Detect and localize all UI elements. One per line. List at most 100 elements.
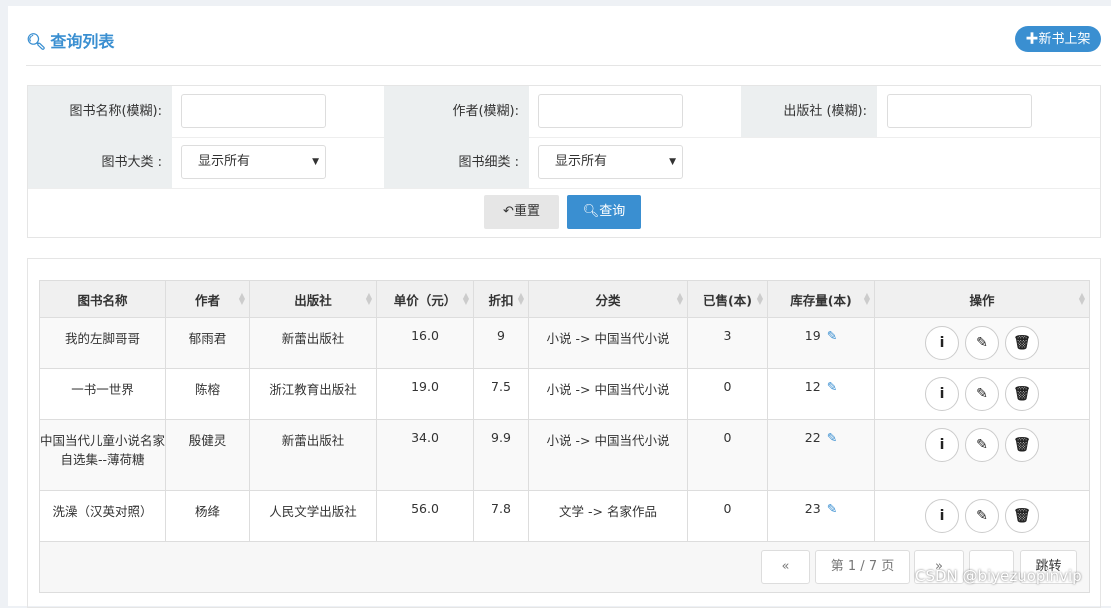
table-cell: 16.0	[376, 317, 474, 369]
plus-icon: ✚	[1025, 31, 1039, 46]
table-cell: 3	[687, 317, 768, 369]
table-cell: 12 ✎	[767, 368, 875, 420]
column-header[interactable]: 库存量(本) ▲ ▼	[767, 280, 875, 318]
delete-button[interactable]: 🗑︎	[1005, 499, 1039, 533]
table-cell: 0	[687, 368, 768, 420]
delete-button[interactable]: 🗑︎	[1005, 326, 1039, 360]
table-cell: 中国当代儿童小说名家自选集--薄荷糖	[39, 419, 166, 491]
undo-icon: ↶	[503, 204, 514, 219]
author-label: 作者(模糊):	[384, 86, 529, 137]
prev-page-button[interactable]: «	[761, 550, 810, 584]
table-row: 我的左脚哥哥 郁雨君 新蕾出版社 16.0 9 小说 -> 中国当代小说 3 19 ✎ i ✎ 🗑︎	[39, 317, 1090, 369]
sort-icon: ▲ ▼	[238, 291, 245, 306]
subcategory-select[interactable]: 显示所有 ▼	[538, 145, 683, 179]
name-input[interactable]	[181, 94, 326, 128]
table-cell: 陈榕	[165, 368, 250, 420]
search-button[interactable]: 🔍︎查询	[567, 195, 641, 229]
table-cell: 洗澡（汉英对照）	[39, 490, 166, 542]
sort-icon: ▲ ▼	[1078, 291, 1085, 306]
divider	[26, 65, 1101, 66]
category-label: 图书大类 :	[28, 137, 172, 188]
table-row: 中国当代儿童小说名家自选集--薄荷糖 殷健灵 新蕾出版社 34.0 9.9 小说 -> 中…	[39, 419, 1090, 491]
table-cell: 殷健灵	[165, 419, 250, 491]
column-header[interactable]: 单价（元） ▲ ▼	[376, 280, 474, 318]
name-label: 图书名称(模糊):	[28, 86, 172, 137]
actions-cell: i ✎ 🗑︎	[874, 490, 1090, 542]
edit-button[interactable]: ✎	[965, 377, 999, 411]
subcategory-label: 图书细类 :	[384, 137, 529, 188]
column-header[interactable]: 出版社 ▲ ▼	[249, 280, 377, 318]
category-select[interactable]: 显示所有 ▼	[181, 145, 326, 179]
page-title: 🔍︎ 查询列表	[26, 32, 115, 51]
table-cell: 7.5	[473, 368, 529, 420]
table-cell: 人民文学出版社	[249, 490, 377, 542]
column-header[interactable]: 已售(本) ▲ ▼	[687, 280, 768, 318]
info-button[interactable]: i	[925, 326, 959, 360]
column-header[interactable]: 图书名称	[39, 280, 166, 318]
edit-stock-icon[interactable]: ✎	[827, 430, 837, 445]
results-panel: 图书名称 作者 ▲ ▼ 出版社 ▲ ▼ 单价（元） ▲ ▼ 折扣 ▲ ▼ 分类 ▲ ▼ 已售(本) ▲ ▼ 库存量(本…	[27, 258, 1101, 608]
books-table: 图书名称 作者 ▲ ▼ 出版社 ▲ ▼ 单价（元） ▲ ▼ 折扣 ▲ ▼ 分类 ▲ ▼ 已售(本) ▲ ▼ 库存量(本…	[39, 280, 1090, 542]
edit-stock-icon[interactable]: ✎	[827, 501, 837, 516]
column-header[interactable]: 作者 ▲ ▼	[165, 280, 250, 318]
table-cell: 56.0	[376, 490, 474, 542]
actions-cell: i ✎ 🗑︎	[874, 317, 1090, 369]
table-cell: 34.0	[376, 419, 474, 491]
table-cell: 19.0	[376, 368, 474, 420]
table-cell: 0	[687, 419, 768, 491]
sort-icon: ▲ ▼	[756, 291, 763, 306]
table-cell: 23 ✎	[767, 490, 875, 542]
new-book-button[interactable]: ✚新书上架	[1015, 26, 1101, 52]
publisher-input[interactable]	[887, 94, 1032, 128]
edit-button[interactable]: ✎	[965, 428, 999, 462]
info-button[interactable]: i	[925, 499, 959, 533]
column-header[interactable]: 折扣 ▲ ▼	[473, 280, 529, 318]
table-cell: 我的左脚哥哥	[39, 317, 166, 369]
actions-cell: i ✎ 🗑︎	[874, 419, 1090, 491]
table-cell: 小说 -> 中国当代小说	[528, 368, 688, 420]
sort-icon: ▲ ▼	[863, 291, 870, 306]
info-button[interactable]: i	[925, 377, 959, 411]
edit-button[interactable]: ✎	[965, 499, 999, 533]
table-cell: 19 ✎	[767, 317, 875, 369]
caret-down-icon: ▼	[669, 157, 676, 167]
info-button[interactable]: i	[925, 428, 959, 462]
delete-button[interactable]: 🗑︎	[1005, 377, 1039, 411]
search-icon: 🔍︎	[582, 204, 600, 219]
table-cell: 9	[473, 317, 529, 369]
table-cell: 文学 -> 名家作品	[528, 490, 688, 542]
table-cell: 0	[687, 490, 768, 542]
watermark: CSDN @biyezuopinvip	[915, 567, 1082, 585]
sort-icon: ▲ ▼	[462, 291, 469, 306]
table-cell: 小说 -> 中国当代小说	[528, 419, 688, 491]
table-cell: 新蕾出版社	[249, 419, 377, 491]
table-row: 洗澡（汉英对照） 杨绛 人民文学出版社 56.0 7.8 文学 -> 名家作品 0 23 ✎ i ✎…	[39, 490, 1090, 542]
table-cell: 新蕾出版社	[249, 317, 377, 369]
edit-button[interactable]: ✎	[965, 326, 999, 360]
table-row: 一书一世界 陈榕 浙江教育出版社 19.0 7.5 小说 -> 中国当代小说 0 12 ✎ i ✎ 🗑…	[39, 368, 1090, 420]
edit-stock-icon[interactable]: ✎	[827, 328, 837, 343]
sort-icon: ▲ ▼	[365, 291, 372, 306]
caret-down-icon: ▼	[312, 157, 319, 167]
search-icon: 🔍︎	[26, 32, 47, 51]
page-indicator: 第 1 / 7 页	[815, 550, 910, 584]
delete-button[interactable]: 🗑︎	[1005, 428, 1039, 462]
table-cell: 22 ✎	[767, 419, 875, 491]
table-cell: 7.8	[473, 490, 529, 542]
table-cell: 浙江教育出版社	[249, 368, 377, 420]
table-cell: 郁雨君	[165, 317, 250, 369]
reset-button[interactable]: ↶重置	[484, 195, 559, 229]
table-cell: 一书一世界	[39, 368, 166, 420]
actions-cell: i ✎ 🗑︎	[874, 368, 1090, 420]
author-input[interactable]	[538, 94, 683, 128]
search-form: 图书名称(模糊): 作者(模糊): 出版社 (模糊): 图书大类 : 显示所有 ▼…	[27, 85, 1101, 238]
column-header[interactable]: 分类 ▲ ▼	[528, 280, 688, 318]
sort-icon: ▲ ▼	[517, 291, 524, 306]
edit-stock-icon[interactable]: ✎	[827, 379, 837, 394]
table-cell: 小说 -> 中国当代小说	[528, 317, 688, 369]
table-cell: 9.9	[473, 419, 529, 491]
column-header[interactable]: 操作 ▲ ▼	[874, 280, 1090, 318]
sort-icon: ▲ ▼	[676, 291, 683, 306]
publisher-label: 出版社 (模糊):	[741, 86, 877, 137]
main-panel: 🔍︎ 查询列表 ✚新书上架 图书名称(模糊): 作者(模糊): 出版社 (模糊):…	[8, 6, 1111, 608]
